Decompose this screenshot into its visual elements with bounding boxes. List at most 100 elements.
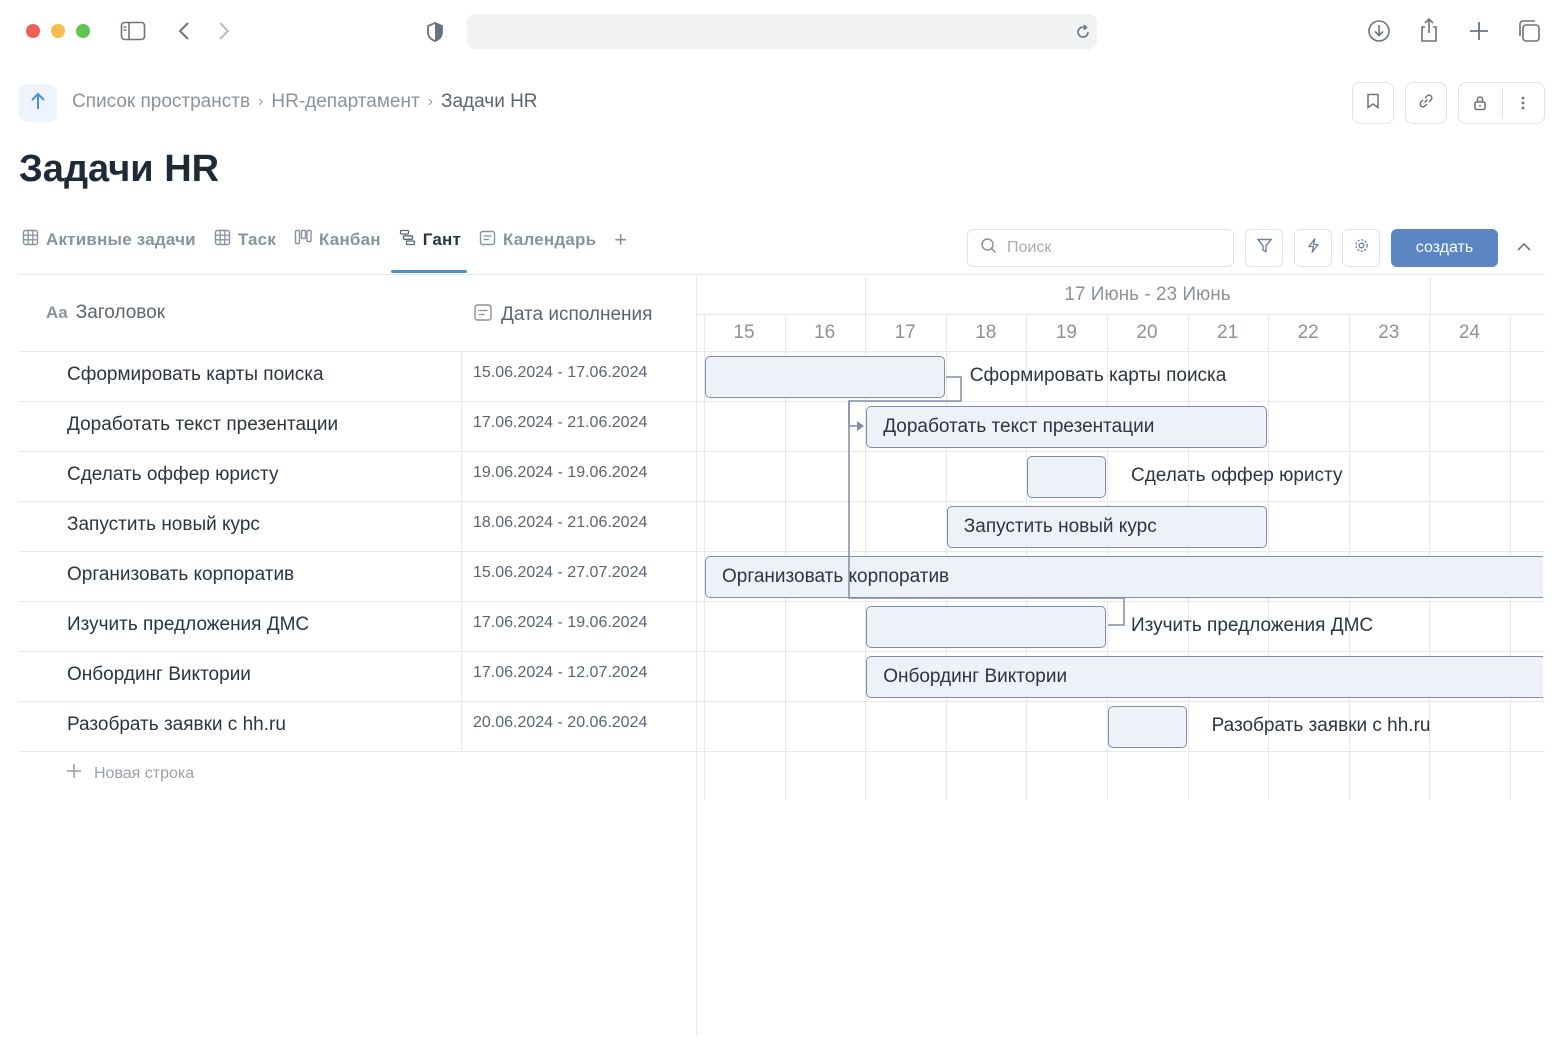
- chevron-up-icon: [1516, 239, 1532, 257]
- gantt-bar[interactable]: Запустить новый курс: [946, 506, 1268, 548]
- lock-icon[interactable]: [1459, 95, 1502, 111]
- gear-icon: [1353, 237, 1370, 259]
- breadcrumb-item-spaces[interactable]: Список пространств: [72, 91, 250, 113]
- bookmark-button[interactable]: [1352, 82, 1394, 124]
- row-divider: [19, 601, 1545, 602]
- row-title[interactable]: Сформировать карты поиска: [67, 364, 324, 386]
- tab-label: Активные задачи: [46, 230, 196, 249]
- row-due-date[interactable]: 17.06.2024 - 21.06.2024: [473, 414, 647, 432]
- divider: [19, 351, 697, 352]
- collapse-toolbar-button[interactable]: [1512, 236, 1536, 260]
- gantt-day-label: 15: [733, 322, 755, 343]
- minimize-window-button[interactable]: [51, 24, 65, 38]
- breadcrumb-item-hr-department[interactable]: HR-департамент: [271, 91, 419, 113]
- lightning-icon: [1305, 237, 1322, 259]
- tabs-divider: [19, 274, 1545, 275]
- row-due-date[interactable]: 15.06.2024 - 17.06.2024: [473, 364, 647, 382]
- more-options-icon[interactable]: [1502, 95, 1544, 111]
- row-title[interactable]: Организовать корпоратив: [67, 564, 294, 586]
- arrow-up-icon: [30, 91, 46, 116]
- row-divider: [19, 401, 1545, 402]
- gantt-day-label: 22: [1297, 322, 1319, 343]
- row-divider: [19, 751, 1545, 752]
- tab-active-tasks[interactable]: Активные задачи: [22, 226, 196, 254]
- gantt-day-label: 16: [814, 322, 836, 343]
- row-title[interactable]: Запустить новый курс: [67, 514, 260, 536]
- copy-link-button[interactable]: [1405, 82, 1447, 124]
- row-divider: [19, 651, 1545, 652]
- row-due-date[interactable]: 17.06.2024 - 19.06.2024: [473, 614, 647, 632]
- forward-icon[interactable]: [216, 20, 232, 47]
- tab-gantt[interactable]: Гант: [390, 226, 468, 273]
- new-row-button[interactable]: Новая строка: [66, 763, 194, 784]
- row-due-date[interactable]: 17.06.2024 - 12.07.2024: [473, 664, 647, 682]
- row-title[interactable]: Онбординг Виктории: [67, 664, 251, 686]
- divider: [697, 351, 1545, 352]
- address-bar[interactable]: [467, 14, 1097, 49]
- column-header-due-date[interactable]: Дата исполнения: [473, 302, 652, 328]
- gantt-bar[interactable]: Организовать корпоратив: [705, 556, 1543, 598]
- column-header-title[interactable]: Aa Заголовок: [46, 302, 165, 324]
- gantt-bar[interactable]: [1027, 456, 1106, 498]
- shield-icon[interactable]: [425, 21, 445, 48]
- search-icon: [980, 237, 997, 259]
- table-icon: [22, 229, 39, 251]
- breadcrumb-separator: ›: [258, 93, 264, 110]
- view-settings-button[interactable]: [1342, 229, 1380, 267]
- tab-task[interactable]: Таск: [214, 226, 276, 254]
- gantt-bar[interactable]: [705, 356, 945, 398]
- gantt-bar-label: Разобрать заявки с hh.ru: [1211, 715, 1431, 736]
- row-due-date[interactable]: 19.06.2024 - 19.06.2024: [473, 464, 647, 482]
- row-divider: [19, 551, 1545, 552]
- tab-label: Канбан: [319, 230, 381, 249]
- filter-button[interactable]: [1245, 229, 1283, 267]
- search-input[interactable]: Поиск: [967, 229, 1234, 267]
- go-up-button[interactable]: [19, 84, 57, 122]
- gantt-day-label: 17: [894, 322, 916, 343]
- breadcrumb-item-current: Задачи HR: [441, 91, 538, 112]
- new-tab-icon[interactable]: [1468, 20, 1490, 47]
- gantt-bar[interactable]: [1108, 706, 1187, 748]
- gantt-bar[interactable]: Онбординг Виктории: [866, 656, 1543, 698]
- row-due-date[interactable]: 18.06.2024 - 21.06.2024: [473, 514, 647, 532]
- maximize-window-button[interactable]: [76, 24, 90, 38]
- share-icon[interactable]: [1418, 17, 1440, 48]
- create-button[interactable]: создать: [1391, 229, 1498, 267]
- breadcrumb: Список пространств › HR-департамент › За…: [72, 91, 538, 113]
- tabs-overview-icon[interactable]: [1517, 19, 1541, 48]
- gantt-day-label: 23: [1378, 322, 1400, 343]
- new-row-label: Новая строка: [94, 764, 195, 782]
- row-due-date[interactable]: 15.06.2024 - 27.07.2024: [473, 564, 647, 582]
- reload-icon[interactable]: [1074, 23, 1092, 46]
- automation-button[interactable]: [1294, 229, 1332, 267]
- sidebar-toggle-icon[interactable]: [120, 20, 146, 47]
- page-title: Задачи HR: [19, 148, 220, 190]
- browser-toolbar: [0, 0, 1564, 64]
- tab-kanban[interactable]: Канбан: [294, 226, 381, 254]
- back-icon[interactable]: [176, 20, 192, 47]
- row-title[interactable]: Изучить предложения ДМС: [67, 614, 309, 636]
- row-divider: [19, 701, 1545, 702]
- gantt-bar-label: Сформировать карты поиска: [969, 365, 1227, 386]
- gantt-bar[interactable]: [866, 606, 1106, 648]
- gantt-day-label: 21: [1217, 322, 1239, 343]
- add-view-button[interactable]: +: [614, 226, 627, 254]
- gantt-week-label: 17 Июнь - 23 Июнь: [1064, 284, 1231, 305]
- column-header-label: Заголовок: [75, 302, 166, 323]
- tab-label: Таск: [237, 230, 276, 249]
- gantt-day-label: 19: [1055, 322, 1077, 343]
- row-title[interactable]: Разобрать заявки с hh.ru: [67, 714, 286, 736]
- gantt-bar[interactable]: Доработать текст презентации: [866, 406, 1268, 448]
- gantt-day-label: 20: [1136, 322, 1158, 343]
- tab-calendar[interactable]: Календарь: [479, 226, 596, 254]
- table-icon: [214, 229, 231, 251]
- gantt-bar-label: Сделать оффер юристу: [1131, 465, 1343, 486]
- gantt-day-label: 24: [1458, 322, 1480, 343]
- row-title[interactable]: Доработать текст презентации: [67, 414, 338, 436]
- download-icon[interactable]: [1367, 19, 1391, 48]
- divider: [696, 276, 697, 1036]
- close-window-button[interactable]: [26, 24, 40, 38]
- row-title[interactable]: Сделать оффер юристу: [67, 464, 278, 486]
- kanban-icon: [294, 229, 312, 251]
- row-due-date[interactable]: 20.06.2024 - 20.06.2024: [473, 714, 647, 732]
